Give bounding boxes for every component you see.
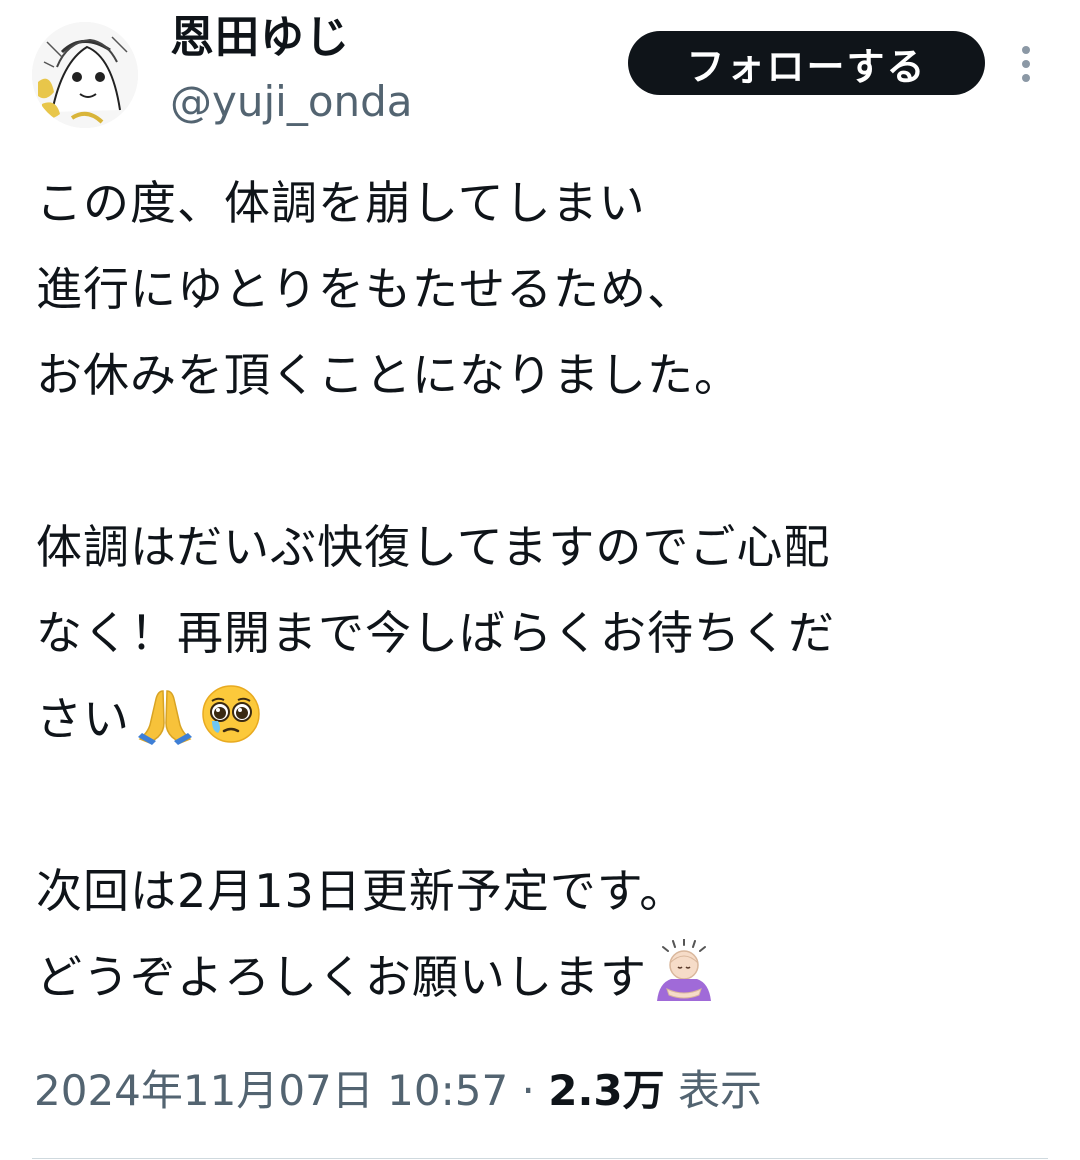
display-name[interactable]: 恩田ゆじ <box>170 2 350 74</box>
views-label: 表示 <box>678 1066 763 1115</box>
avatar[interactable] <box>32 22 138 128</box>
meta-separator: · <box>508 1066 549 1115</box>
avatar-illustration <box>32 22 138 128</box>
folded-hands-emoji <box>136 685 194 772</box>
tweet-line: 次回は2月13日更新予定です。 <box>36 864 687 918</box>
tweet-line-text: さい <box>36 692 130 746</box>
tweet-line-with-emoji: どうぞよろしくお願いします <box>36 934 1046 1020</box>
pleading-face-emoji <box>200 683 262 772</box>
timestamp[interactable]: 2024年11月07日 10:57 <box>34 1066 508 1115</box>
tweet-line: なく！再開まで今しばらくお待ちくだ <box>36 606 835 660</box>
tweet-meta: 2024年11月07日 10:57 · 2.3万 表示 <box>34 1056 762 1126</box>
tweet-text: この度、体調を崩してしまい 進行にゆとりをもたせるため、 お休みを頂くことになり… <box>36 160 1046 1020</box>
person-bowing-emoji <box>653 938 715 1030</box>
user-handle[interactable]: @yuji_onda <box>170 70 413 134</box>
views-count: 2.3万 <box>548 1066 665 1115</box>
tweet-line-text: どうぞよろしくお願いします <box>36 950 647 1004</box>
tweet-line: 進行にゆとりをもたせるため、 <box>36 262 694 316</box>
tweet-line: お休みを頂くことになりました。 <box>36 348 741 402</box>
follow-button[interactable]: フォローする <box>628 31 985 95</box>
tweet-line: この度、体調を崩してしまい <box>36 176 646 230</box>
more-vertical-icon[interactable] <box>1012 40 1040 88</box>
divider <box>32 1158 1048 1159</box>
tweet-line-with-emoji: さい <box>36 676 1046 762</box>
tweet-line: 体調はだいぶ快復してますのでご心配 <box>36 520 831 574</box>
